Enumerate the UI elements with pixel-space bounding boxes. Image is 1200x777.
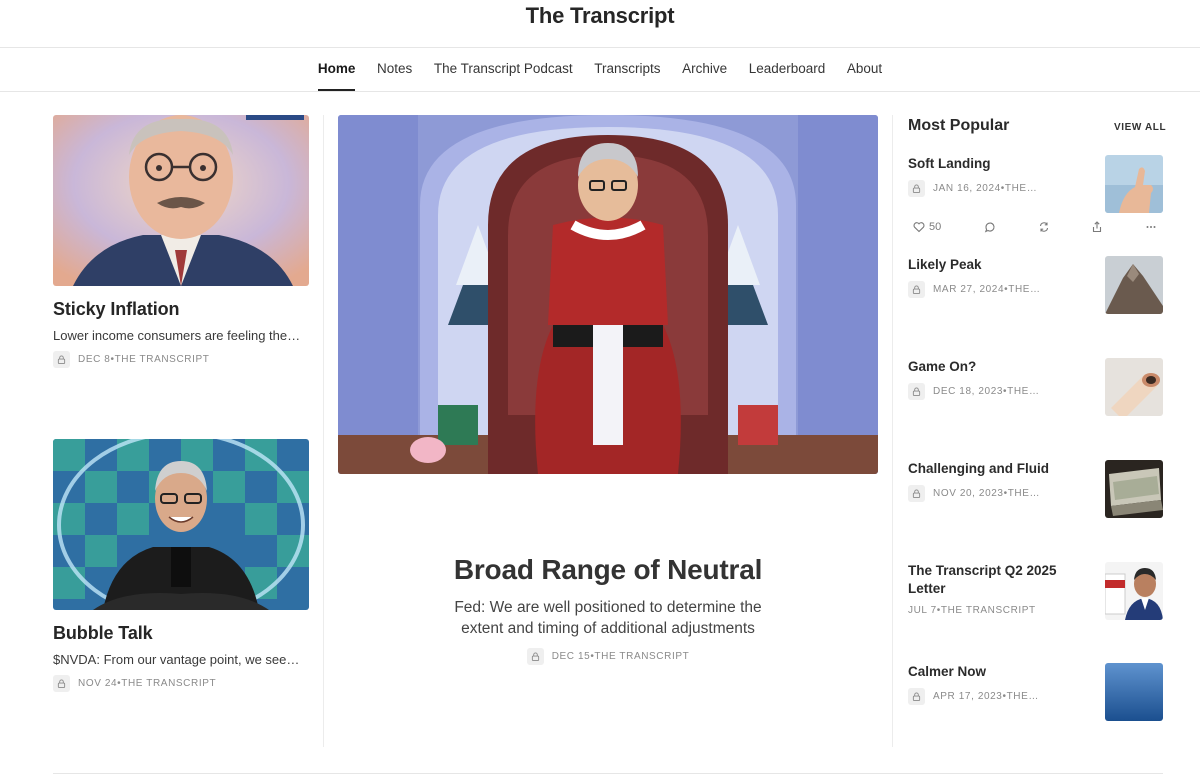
hero-image[interactable]: [338, 115, 878, 474]
popular-date: APR 17, 2023: [933, 691, 1003, 702]
popular-thumbnail[interactable]: [1105, 460, 1163, 518]
hero-author[interactable]: THE TRANSCRIPT: [594, 651, 689, 662]
popular-author[interactable]: THE…: [1008, 488, 1040, 499]
column-divider: [892, 115, 893, 747]
hero-title[interactable]: Broad Range of Neutral: [338, 554, 878, 586]
popular-author[interactable]: THE…: [1007, 691, 1039, 702]
post-card[interactable]: Sticky Inflation Lower income consumers …: [53, 115, 309, 368]
more-button[interactable]: [1145, 221, 1157, 233]
restack-icon: [1039, 222, 1049, 232]
hero-date: DEC 15: [551, 651, 591, 662]
post-author[interactable]: THE TRANSCRIPT: [115, 354, 210, 365]
popular-title[interactable]: Soft Landing: [908, 155, 1088, 173]
post-author[interactable]: THE TRANSCRIPT: [121, 678, 216, 689]
column-divider: [323, 115, 324, 747]
nav-archive[interactable]: Archive: [671, 48, 738, 91]
post-title[interactable]: Sticky Inflation: [53, 299, 309, 320]
popular-item[interactable]: Calmer Now APR 17, 2023 • THE…: [908, 663, 1163, 721]
hero-meta: DEC 15 • THE TRANSCRIPT: [338, 648, 878, 665]
lock-icon: [908, 281, 925, 298]
post-date: NOV 24: [78, 678, 118, 689]
lock-icon: [908, 485, 925, 502]
popular-item[interactable]: Soft Landing JAN 16, 2024 • THE…: [908, 155, 1163, 213]
popular-thumbnail[interactable]: [1105, 155, 1163, 213]
popular-author[interactable]: THE…: [1008, 284, 1040, 295]
popular-title[interactable]: The Transcript Q2 2025 Letter: [908, 562, 1088, 598]
popular-thumbnail[interactable]: [1105, 663, 1163, 721]
popular-date: DEC 18, 2023: [933, 386, 1004, 397]
popular-date: JUL 7: [908, 605, 937, 616]
like-count: 50: [929, 221, 942, 233]
post-date: DEC 8: [78, 354, 111, 365]
most-popular-heading: Most Popular: [908, 117, 1010, 134]
nav-home[interactable]: Home: [307, 48, 366, 91]
popular-title[interactable]: Game On?: [908, 358, 1088, 376]
comment-button[interactable]: [984, 221, 996, 233]
popular-title[interactable]: Likely Peak: [908, 256, 1088, 274]
comment-icon: [984, 222, 995, 233]
post-title[interactable]: Bubble Talk: [53, 623, 309, 644]
post-meta: DEC 8 • THE TRANSCRIPT: [53, 351, 309, 368]
popular-item[interactable]: The Transcript Q2 2025 Letter JUL 7 • TH…: [908, 562, 1163, 620]
popular-date: NOV 20, 2023: [933, 488, 1004, 499]
hero-subtitle[interactable]: Fed: We are well positioned to determine…: [338, 597, 878, 639]
popular-author[interactable]: THE TRANSCRIPT: [941, 605, 1036, 616]
nav-podcast[interactable]: The Transcript Podcast: [423, 48, 583, 91]
view-all-link[interactable]: VIEW ALL: [1114, 122, 1166, 133]
site-title[interactable]: The Transcript: [0, 0, 1200, 47]
popular-title[interactable]: Calmer Now: [908, 663, 1088, 681]
lock-icon: [908, 688, 925, 705]
lock-icon: [908, 383, 925, 400]
heart-icon: [913, 222, 925, 233]
popular-date: JAN 16, 2024: [933, 183, 1001, 194]
popular-item[interactable]: Game On? DEC 18, 2023 • THE…: [908, 358, 1163, 416]
ellipsis-icon: [1146, 226, 1156, 228]
popular-thumbnail[interactable]: [1105, 562, 1163, 620]
restack-button[interactable]: [1038, 221, 1050, 233]
post-thumbnail[interactable]: [53, 439, 309, 610]
popular-thumbnail[interactable]: [1105, 358, 1163, 416]
popular-item[interactable]: Challenging and Fluid NOV 20, 2023 • THE…: [908, 460, 1163, 518]
lock-icon: [53, 351, 70, 368]
post-thumbnail[interactable]: [53, 115, 309, 286]
main-nav: Home Notes The Transcript Podcast Transc…: [0, 48, 1200, 91]
nav-leaderboard[interactable]: Leaderboard: [738, 48, 836, 91]
nav-transcripts[interactable]: Transcripts: [583, 48, 671, 91]
popular-author[interactable]: THE…: [1007, 386, 1039, 397]
post-card[interactable]: Bubble Talk $NVDA: From our vantage poin…: [53, 439, 309, 692]
popular-item[interactable]: Likely Peak MAR 27, 2024 • THE…: [908, 256, 1163, 314]
post-actions: 50: [908, 218, 1163, 236]
lock-icon: [908, 180, 925, 197]
post-meta: NOV 24 • THE TRANSCRIPT: [53, 675, 309, 692]
popular-title[interactable]: Challenging and Fluid: [908, 460, 1088, 478]
post-subtitle[interactable]: $NVDA: From our vantage point, we see…: [53, 652, 309, 667]
lock-icon: [53, 675, 70, 692]
nav-divider: [0, 91, 1200, 92]
popular-thumbnail[interactable]: [1105, 256, 1163, 314]
lock-icon: [526, 648, 544, 665]
nav-notes[interactable]: Notes: [366, 48, 423, 91]
footer-divider: [53, 773, 1163, 774]
popular-date: MAR 27, 2024: [933, 284, 1005, 295]
nav-about[interactable]: About: [836, 48, 893, 91]
share-icon: [1092, 221, 1102, 233]
like-button[interactable]: 50: [913, 221, 941, 233]
share-button[interactable]: [1091, 221, 1103, 233]
post-subtitle[interactable]: Lower income consumers are feeling the…: [53, 328, 309, 343]
popular-author[interactable]: THE…: [1005, 183, 1037, 194]
